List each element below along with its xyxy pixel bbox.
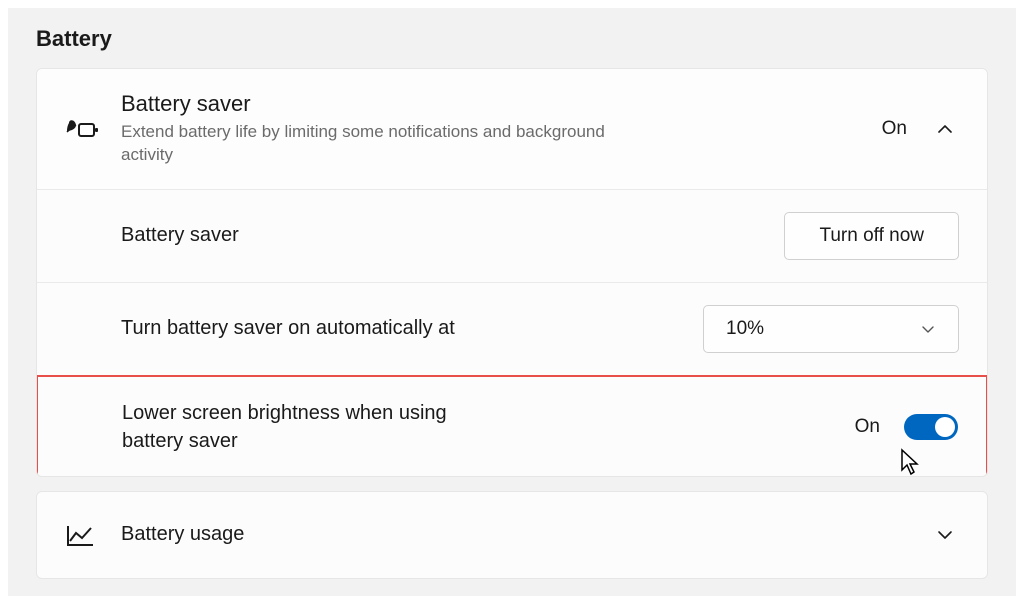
battery-usage-label: Battery usage (121, 523, 931, 546)
mouse-cursor-icon (900, 448, 922, 476)
battery-saver-label: Battery saver (121, 224, 784, 247)
lower-brightness-status: On (855, 416, 880, 438)
chevron-up-icon[interactable] (931, 115, 959, 143)
lower-brightness-toggle[interactable] (904, 414, 958, 440)
battery-saver-subtitle: Extend battery life by limiting some not… (121, 121, 661, 167)
lower-brightness-label: Lower screen brightness when using batte… (122, 399, 502, 455)
battery-saver-row: Battery saver Turn off now (37, 190, 987, 283)
battery-saver-title: Battery saver (121, 91, 882, 117)
battery-usage-group: Battery usage (36, 491, 988, 579)
turn-off-now-button[interactable]: Turn off now (784, 212, 959, 260)
battery-saver-auto-select[interactable]: 10% (703, 305, 959, 353)
chevron-down-icon[interactable] (931, 521, 959, 549)
battery-saver-header[interactable]: Battery saver Extend battery life by lim… (37, 69, 987, 190)
lower-brightness-row: Lower screen brightness when using batte… (36, 375, 988, 477)
battery-saver-status: On (882, 118, 907, 140)
section-title: Battery (36, 26, 988, 52)
battery-settings-panel: Battery Battery saver Extend battery lif… (8, 8, 1016, 596)
chart-line-icon (65, 521, 121, 549)
battery-saver-auto-label: Turn battery saver on automatically at (121, 317, 703, 340)
battery-saver-group: Battery saver Extend battery life by lim… (36, 68, 988, 477)
battery-saver-auto-value: 10% (726, 318, 764, 340)
leaf-battery-icon (65, 115, 121, 143)
chevron-down-icon (920, 321, 936, 337)
battery-saver-auto-row: Turn battery saver on automatically at 1… (37, 283, 987, 376)
battery-usage-row[interactable]: Battery usage (37, 492, 987, 578)
toggle-knob (935, 417, 955, 437)
